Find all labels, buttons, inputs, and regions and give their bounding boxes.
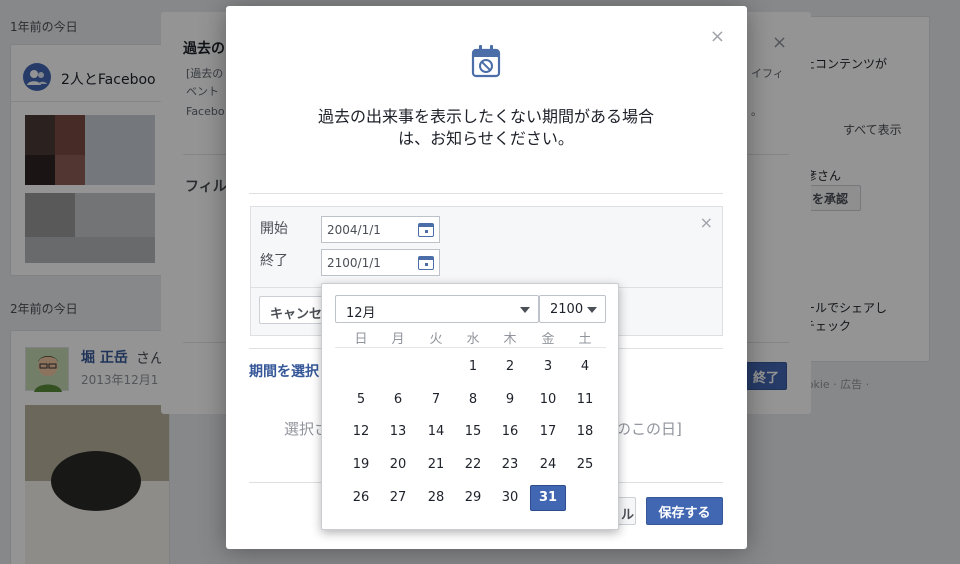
calendar-day[interactable]: 4 bbox=[567, 354, 603, 380]
weekday-label: 金 bbox=[541, 332, 555, 347]
calendar-day[interactable]: 7 bbox=[418, 387, 454, 413]
calendar-day[interactable]: 26 bbox=[343, 485, 379, 511]
calendar-day[interactable]: 1 bbox=[455, 354, 491, 380]
weekday-label: 木 bbox=[503, 332, 517, 347]
calendar-day[interactable]: 9 bbox=[492, 387, 528, 413]
calendar-day[interactable]: 27 bbox=[380, 485, 416, 511]
chevron-down-icon bbox=[520, 307, 530, 313]
select-period-link[interactable]: 期間を選択 bbox=[249, 361, 319, 381]
month-select[interactable]: 12月 bbox=[335, 295, 539, 323]
calendar-day[interactable]: 11 bbox=[567, 387, 603, 413]
calendar-day[interactable]: 3 bbox=[530, 354, 566, 380]
remove-range-icon[interactable]: × bbox=[700, 213, 713, 232]
end-label: 終了 bbox=[260, 253, 288, 269]
calendar-day[interactable]: 16 bbox=[492, 419, 528, 445]
calendar-day[interactable]: 14 bbox=[418, 419, 454, 445]
save-button[interactable]: 保存する bbox=[646, 497, 723, 525]
weekday-label: 日 bbox=[354, 332, 368, 347]
calendar-day[interactable]: 25 bbox=[567, 452, 603, 478]
chevron-down-icon bbox=[587, 307, 597, 313]
year-select[interactable]: 2100 bbox=[539, 295, 606, 323]
calendar-icon[interactable] bbox=[418, 256, 434, 270]
calendar-day[interactable]: 22 bbox=[455, 452, 491, 478]
calendar-day[interactable]: 20 bbox=[380, 452, 416, 478]
calendar-day[interactable]: 6 bbox=[380, 387, 416, 413]
calendar-day[interactable]: 29 bbox=[455, 485, 491, 511]
calendar-day[interactable]: 30 bbox=[492, 485, 528, 511]
calendar-day[interactable]: 12 bbox=[343, 419, 379, 445]
calendar-icon[interactable] bbox=[418, 223, 434, 237]
calendar-block-icon bbox=[471, 45, 501, 78]
end-date-field[interactable]: 2100/1/1 bbox=[321, 249, 440, 276]
calendar-day[interactable]: 10 bbox=[530, 387, 566, 413]
calendar-day[interactable]: 24 bbox=[530, 452, 566, 478]
calendar-day[interactable]: 13 bbox=[380, 419, 416, 445]
calendar-day[interactable]: 23 bbox=[492, 452, 528, 478]
calendar-day[interactable]: 21 bbox=[418, 452, 454, 478]
calendar-day[interactable]: 28 bbox=[418, 485, 454, 511]
close-icon[interactable]: × bbox=[710, 26, 725, 47]
dialog-headline: 過去の出来事を表示したくない期間がある場合 は、お知らせください。 bbox=[317, 107, 654, 148]
weekday-label: 火 bbox=[429, 332, 443, 347]
weekday-label: 土 bbox=[578, 332, 592, 347]
weekday-label: 月 bbox=[391, 332, 405, 347]
calendar-day[interactable]: 19 bbox=[343, 452, 379, 478]
weekday-label: 水 bbox=[466, 332, 480, 347]
calendar-day[interactable]: 17 bbox=[530, 419, 566, 445]
divider bbox=[249, 193, 723, 194]
calendar-day[interactable]: 8 bbox=[455, 387, 491, 413]
date-picker-popup: 12月 2100 日月火水木金土 1 2 3 4 5 6 7 8 9 10 11 12 13 14 15 16… bbox=[321, 283, 619, 530]
start-date-field[interactable]: 2004/1/1 bbox=[321, 216, 440, 243]
calendar-day[interactable]: 5 bbox=[343, 387, 379, 413]
calendar-day[interactable]: 18 bbox=[567, 419, 603, 445]
start-label: 開始 bbox=[260, 221, 288, 237]
calendar-day-selected[interactable]: 31 bbox=[530, 484, 566, 511]
calendar-day[interactable]: 2 bbox=[492, 354, 528, 380]
calendar-day[interactable]: 15 bbox=[455, 419, 491, 445]
